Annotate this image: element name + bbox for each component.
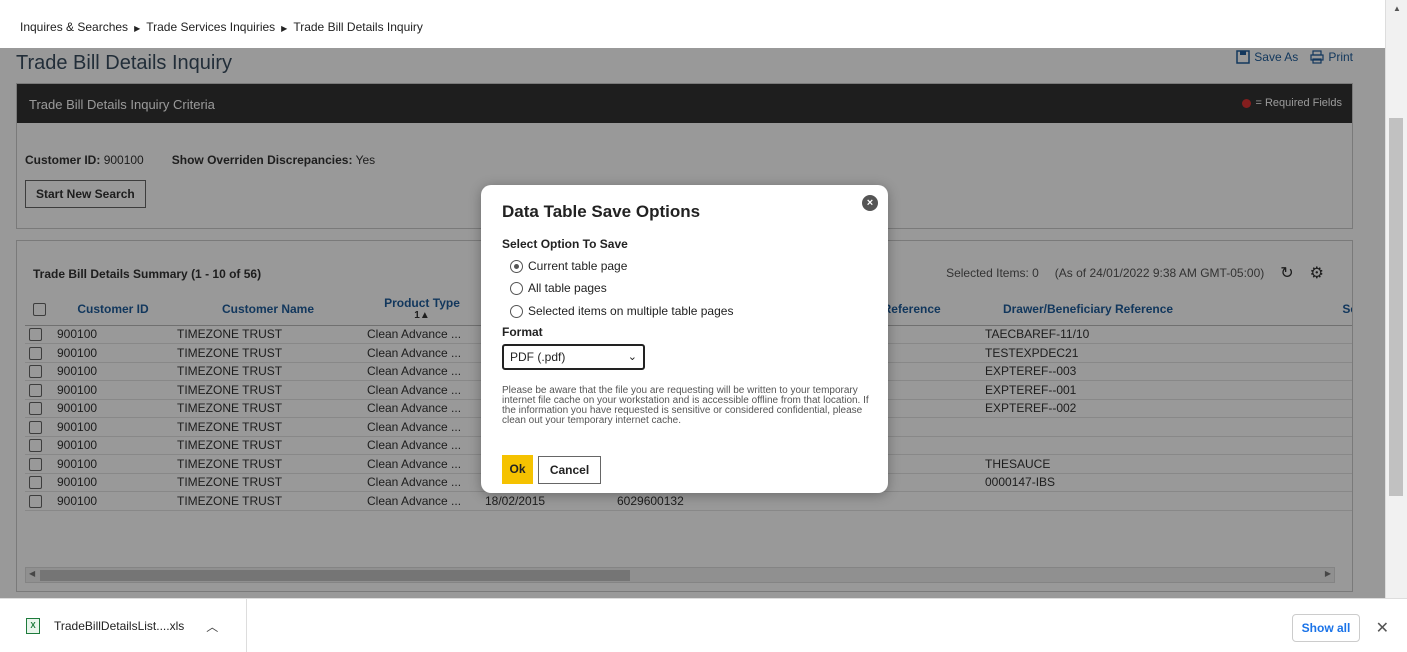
option-selected-items-label: Selected items on multiple table pages [528, 304, 734, 318]
cancel-button[interactable]: Cancel [538, 456, 601, 484]
breadcrumb-item-inquiries[interactable]: Inquires & Searches [20, 20, 128, 34]
cache-warning-note: Please be aware that the file you are re… [502, 385, 869, 426]
breadcrumb: Inquires & Searches ▶ Trade Services Inqui… [20, 20, 423, 34]
option-selected-items[interactable]: Selected items on multiple table pages [510, 304, 733, 318]
excel-file-icon: X [26, 618, 40, 634]
option-current-page-label: Current table page [528, 259, 628, 273]
select-option-label: Select Option To Save [502, 237, 628, 251]
close-download-bar-icon[interactable]: ✕ [1376, 618, 1389, 638]
breadcrumb-item-trade-services[interactable]: Trade Services Inquiries [146, 20, 275, 34]
download-item[interactable]: X TradeBillDetailsList....xls ︿ [0, 599, 247, 652]
ok-button[interactable]: Ok [502, 455, 533, 484]
format-label: Format [502, 325, 543, 339]
option-all-pages-label: All table pages [528, 281, 607, 295]
breadcrumb-separator-icon: ▶ [281, 24, 288, 33]
close-icon[interactable]: × [862, 195, 878, 211]
radio-current-page[interactable] [510, 259, 523, 273]
option-current-page[interactable]: Current table page [510, 259, 627, 273]
radio-selected-items[interactable] [510, 304, 523, 318]
radio-all-pages[interactable] [510, 281, 523, 295]
download-bar: X TradeBillDetailsList....xls ︿ Show all… [0, 598, 1407, 652]
dialog-title: Data Table Save Options [502, 202, 701, 221]
breadcrumb-item-current: Trade Bill Details Inquiry [293, 20, 423, 34]
save-options-dialog: × Data Table Save Options Select Option … [481, 185, 888, 493]
download-file-name[interactable]: TradeBillDetailsList....xls [54, 619, 184, 633]
chevron-down-icon: ⌄ [627, 351, 637, 363]
breadcrumb-separator-icon: ▶ [134, 24, 141, 33]
vertical-scroll-thumb[interactable] [1389, 118, 1403, 496]
format-select-value: PDF (.pdf) [510, 350, 566, 364]
vertical-scrollbar[interactable]: ▲ [1385, 0, 1407, 598]
option-all-pages[interactable]: All table pages [510, 281, 607, 295]
show-all-button[interactable]: Show all [1292, 614, 1360, 642]
format-select[interactable]: PDF (.pdf) ⌄ [502, 344, 645, 370]
chevron-up-icon[interactable]: ︿ [206, 618, 218, 635]
scroll-up-icon[interactable]: ▲ [1393, 4, 1401, 13]
